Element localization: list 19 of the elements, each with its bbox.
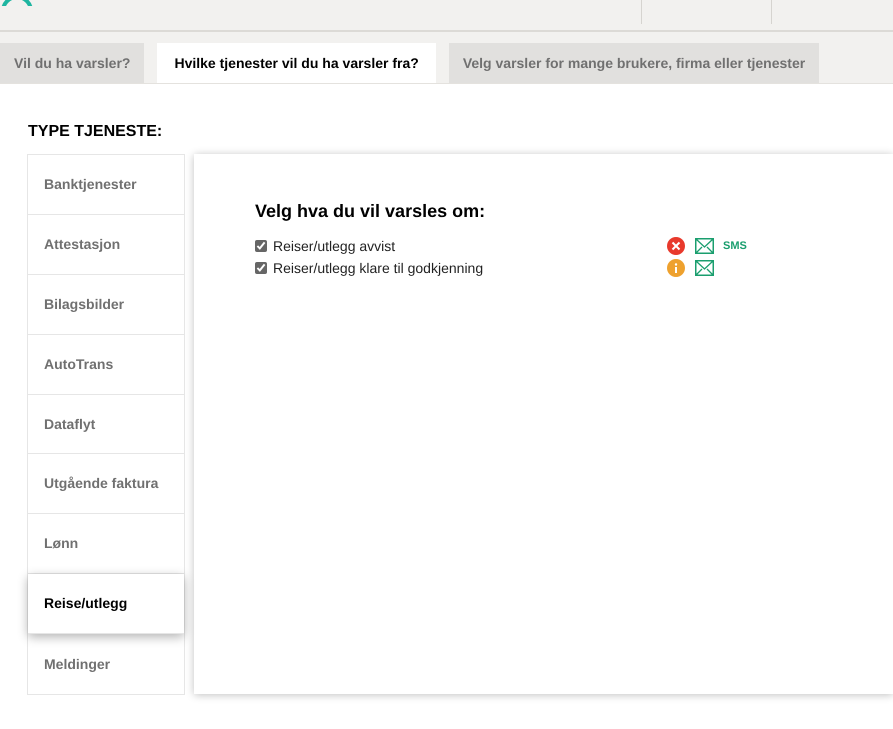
sidebar-item[interactable]: Attestasjon — [28, 214, 184, 275]
alert-checkbox[interactable] — [255, 262, 267, 274]
panel-title: Velg hva du vil varsles om: — [255, 200, 486, 223]
alert-label: Reiser/utlegg klare til godkjenning — [273, 258, 484, 278]
tab[interactable]: Velg varsler for mange brukere, firma eller tjenester — [448, 43, 820, 83]
sidebar-item[interactable]: Banktjenester — [28, 155, 184, 215]
sidebar-item[interactable]: Reise/utlegg — [28, 574, 184, 634]
sidebar-item[interactable]: AutoTrans — [28, 334, 184, 395]
sidebar-item[interactable]: Utgående faktura — [28, 454, 184, 514]
sidebar-item[interactable]: Meldinger — [28, 634, 184, 694]
alert-label: Reiser/utlegg avvist — [273, 236, 396, 256]
sms-label: SMS — [723, 238, 747, 254]
tab[interactable]: Hvilke tjenester vil du ha varsler fra? — [157, 43, 436, 83]
sidebar-title: TYPE TJENESTE: — [28, 122, 162, 142]
sidebar-item[interactable]: Bilagsbilder — [28, 274, 184, 335]
alert-checkbox[interactable] — [255, 240, 267, 252]
logo-icon — [0, 0, 34, 6]
tab[interactable]: Vil du ha varsler? — [0, 43, 144, 83]
sidebar-item[interactable]: Dataflyt — [28, 394, 184, 454]
